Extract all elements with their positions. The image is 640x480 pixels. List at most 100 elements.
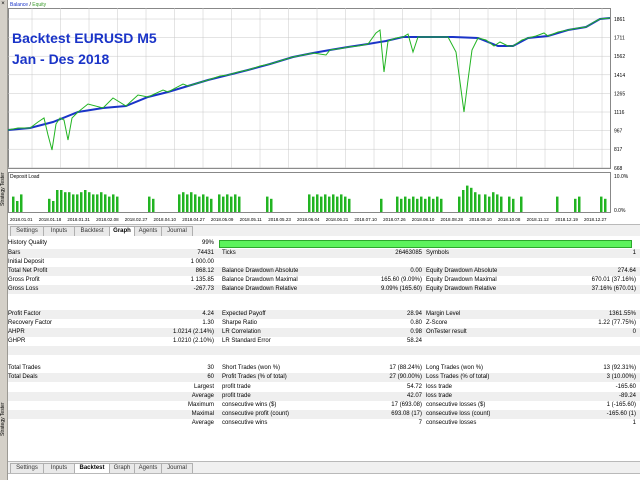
report-cell-c3v: -165.60 xyxy=(615,384,636,390)
tab-backtest[interactable]: Backtest xyxy=(74,226,110,236)
deposit-bar xyxy=(16,201,19,212)
deposit-bar xyxy=(206,196,209,212)
x-tick-label: 2018.09.10 xyxy=(469,217,492,222)
deposit-bar xyxy=(64,192,67,212)
report-cell-c3v: 1 xyxy=(632,250,636,256)
report-cell-c1l: Gross Profit xyxy=(8,277,40,283)
report-cell-c2v: 0.98 xyxy=(410,329,422,335)
deposit-bar xyxy=(508,196,511,212)
tab-inputs[interactable]: Inputs xyxy=(43,226,75,236)
deposit-bar xyxy=(210,198,213,212)
report-row: Maximal consecutive profit (count) 693.08 … xyxy=(8,410,640,419)
report-cell-c1l: Initial Deposit xyxy=(8,259,45,265)
tab-journal[interactable]: Journal xyxy=(161,226,193,236)
deposit-bar xyxy=(148,196,151,212)
x-tick-label: 2018.12.19 xyxy=(555,217,578,222)
deposit-bar xyxy=(420,196,423,212)
x-tick-label: 2018.01.01 xyxy=(10,217,33,222)
deposit-bar xyxy=(266,196,269,212)
tab-journal[interactable]: Journal xyxy=(161,463,193,473)
deposit-bar xyxy=(194,194,197,212)
deposit-bar xyxy=(100,192,103,212)
legend-balance: Balance xyxy=(10,2,29,8)
report-row: AHPR 1.0214 (2.14%) LR Correlation 0.98 OnTe… xyxy=(8,328,640,337)
y-tick-label: 1265 xyxy=(614,91,625,97)
report-cell-c1v: 1.0214 (2.14%) xyxy=(172,329,214,335)
y-tick-label: 967 xyxy=(614,129,623,135)
deposit-bar xyxy=(520,196,523,212)
tab-settings[interactable]: Settings xyxy=(10,226,44,236)
report-row xyxy=(8,294,640,303)
report-cell-c1l: Total Trades xyxy=(8,365,41,371)
deposit-bar xyxy=(112,194,115,212)
graph-title-line2: Jan - Des 2018 xyxy=(12,51,110,67)
report-cell-c1v: Average xyxy=(191,393,214,399)
report-cell-c2v: 0.80 xyxy=(410,320,422,326)
deposit-bar xyxy=(84,190,87,212)
report-cell-c3v: 37.16% (670.01) xyxy=(591,286,636,292)
report-row: Gross Loss -267.73 Balance Drawdown Relati… xyxy=(8,285,640,294)
deposit-load-label: Deposit Load xyxy=(10,174,40,180)
y-tick-label: 817 xyxy=(614,147,623,153)
report-cell-c2v xyxy=(338,346,422,355)
deposit-bar xyxy=(12,196,15,212)
report-cell-c3v xyxy=(548,294,636,303)
deposit-bar xyxy=(182,192,185,212)
deposit-bar xyxy=(416,198,419,212)
report-cell-c2v xyxy=(338,294,422,303)
deposit-bar xyxy=(88,192,91,212)
report-cell-c1v: 74431 xyxy=(197,250,214,256)
report-cell-c1l xyxy=(8,294,158,303)
report-cell-c3v xyxy=(548,337,636,346)
report-cell-c3v: 1 (-165.60) xyxy=(606,402,636,408)
report-cell-c1v: Maximum xyxy=(187,402,214,408)
y-tick-label: 1711 xyxy=(614,36,625,42)
history-quality-row: History Quality 99% xyxy=(8,239,640,248)
tab-graph[interactable]: Graph xyxy=(109,226,135,236)
tab-inputs[interactable]: Inputs xyxy=(43,463,75,473)
history-quality-label: History Quality xyxy=(8,240,48,246)
graph-title-line1: Backtest EURUSD M5 xyxy=(12,30,157,46)
deposit-bar xyxy=(186,194,189,212)
report-cell-c2v: 58.24 xyxy=(406,338,422,344)
tab-agents[interactable]: Agents xyxy=(134,226,162,236)
report-cell-c1v: 60 xyxy=(207,374,214,380)
report-cell-c1l: Recovery Factor xyxy=(8,320,53,326)
report-cell-c1v xyxy=(158,294,214,303)
deposit-bar xyxy=(466,185,469,212)
x-tick-label: 2018.04.27 xyxy=(182,217,205,222)
tab-settings[interactable]: Settings xyxy=(10,463,44,473)
y-tick-label: 1116 xyxy=(614,110,625,116)
legend-equity: Equity xyxy=(32,2,47,8)
tab-graph[interactable]: Graph xyxy=(109,463,135,473)
deposit-bar xyxy=(152,198,155,212)
deposit-bar xyxy=(198,196,201,212)
deposit-bar xyxy=(440,198,443,212)
report-cell-c2v xyxy=(338,258,422,267)
x-tick-label: 2018.05.09 xyxy=(211,217,234,222)
history-quality-value: 99% xyxy=(201,240,214,246)
graph-legend: Balance / Equity xyxy=(10,2,46,8)
report-cell-c1l: AHPR xyxy=(8,329,25,335)
deposit-bar xyxy=(484,194,487,212)
report-cell-c1l: Gross Loss xyxy=(8,286,39,292)
deposit-bar xyxy=(340,194,343,212)
report-cell-c1l: GHPR xyxy=(8,338,26,344)
deposit-bar xyxy=(238,196,241,212)
report-cell-c2v: 28.94 xyxy=(406,311,422,317)
deposit-bar xyxy=(432,198,435,212)
deposit-bar xyxy=(72,194,75,212)
tab-agents[interactable]: Agents xyxy=(134,463,162,473)
tab-backtest[interactable]: Backtest xyxy=(74,463,110,473)
deposit-bar xyxy=(380,198,383,212)
report-row: Recovery Factor 1.30 Sharpe Ratio 0.80 Z-Sco… xyxy=(8,319,640,328)
deposit-bar xyxy=(178,194,181,212)
report-cell-c2v: 7 xyxy=(418,420,422,426)
deposit-bar xyxy=(230,196,233,212)
report-row: Initial Deposit 1 000.00 xyxy=(8,258,640,267)
side-label-top: Strategy Tester xyxy=(0,172,6,206)
close-icon[interactable]: × xyxy=(0,1,6,7)
report-cell-c1v: Average xyxy=(191,420,214,426)
deposit-bar xyxy=(496,194,499,212)
deposit-bar xyxy=(324,194,327,212)
